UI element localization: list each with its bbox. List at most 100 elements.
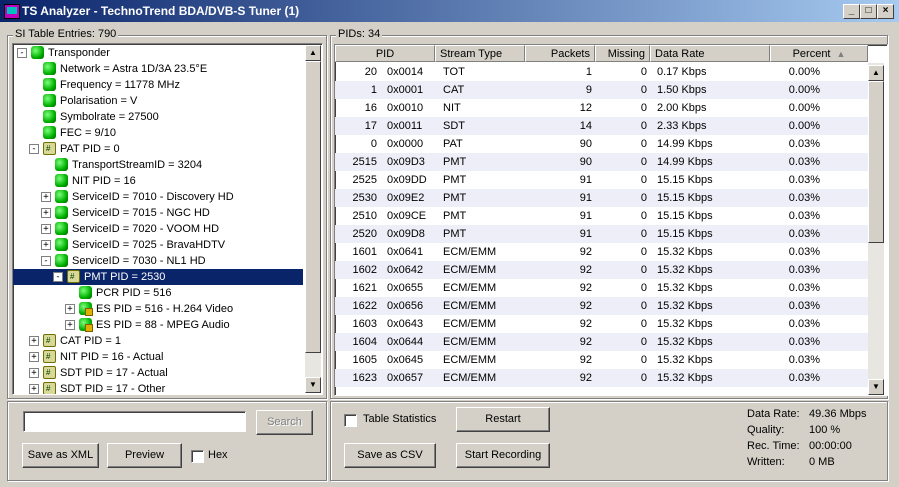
table-row[interactable]: 16 0x0010 NIT 12 0 2.00 Kbps 0.00% <box>335 99 868 117</box>
tree-node[interactable]: Network = Astra 1D/3A 23.5°E <box>13 61 303 77</box>
save-as-xml-button[interactable]: Save as XML <box>22 443 99 468</box>
tree-node[interactable]: + ServiceID = 7025 - BravaHDTV <box>13 237 303 253</box>
column-header-stream-type[interactable]: Stream Type <box>435 45 525 62</box>
save-as-csv-button[interactable]: Save as CSV <box>344 443 436 468</box>
si-tree[interactable]: - Transponder Network = Astra 1D/3A 23.5°E… <box>12 43 323 395</box>
pid-hex-cell: 0x0011 <box>387 120 423 132</box>
table-row[interactable]: 0 0x0000 PAT 90 0 14.99 Kbps 0.03% <box>335 135 868 153</box>
search-button[interactable]: Search <box>256 410 313 435</box>
table-row[interactable]: 1604 0x0644 ECM/EMM 92 0 15.32 Kbps 0.03% <box>335 333 868 351</box>
expand-icon[interactable]: + <box>65 304 75 314</box>
stream-type-cell: PMT <box>443 192 467 204</box>
table-row[interactable]: 1622 0x0656 ECM/EMM 92 0 15.32 Kbps 0.03% <box>335 297 868 315</box>
data-rate-cell: 14.99 Kbps <box>657 138 713 150</box>
tree-node[interactable]: + ServiceID = 7015 - NGC HD <box>13 205 303 221</box>
table-row[interactable]: 1602 0x0642 ECM/EMM 92 0 15.32 Kbps 0.03% <box>335 261 868 279</box>
preview-button[interactable]: Preview <box>107 443 182 468</box>
scroll-up-icon[interactable]: ▲ <box>868 65 884 81</box>
stream-type-cell: ECM/EMM <box>443 282 497 294</box>
column-header-pid[interactable]: PID <box>335 45 435 62</box>
expand-icon[interactable]: + <box>65 320 75 330</box>
expand-icon[interactable]: + <box>29 384 39 394</box>
collapse-icon[interactable]: - <box>29 144 39 154</box>
table-row[interactable]: 2530 0x09E2 PMT 91 0 15.15 Kbps 0.03% <box>335 189 868 207</box>
table-row[interactable]: 1601 0x0641 ECM/EMM 92 0 15.32 Kbps 0.03% <box>335 243 868 261</box>
column-header-missing[interactable]: Missing <box>595 45 650 62</box>
percent-cell: 0.03% <box>788 372 820 384</box>
tree-node[interactable]: + ServiceID = 7010 - Discovery HD <box>13 189 303 205</box>
table-row[interactable]: 1603 0x0643 ECM/EMM 92 0 15.32 Kbps 0.03% <box>335 315 868 333</box>
hex-checkbox[interactable] <box>191 450 204 463</box>
expand-icon[interactable]: + <box>41 240 51 250</box>
column-header-packets[interactable]: Packets <box>525 45 595 62</box>
tree-node[interactable]: + SDT PID = 17 - Actual <box>13 365 303 381</box>
column-header-percent[interactable]: Percent ▲ <box>770 45 868 62</box>
restart-button[interactable]: Restart <box>456 407 550 432</box>
tree-node[interactable]: PCR PID = 516 <box>13 285 303 301</box>
tree-node-label: PMT PID = 2530 <box>84 269 166 285</box>
collapse-icon[interactable]: - <box>41 256 51 266</box>
expand-icon[interactable]: + <box>41 224 51 234</box>
tree-node[interactable]: Symbolrate = 27500 <box>13 109 303 125</box>
tree-node[interactable]: + SDT PID = 17 - Other <box>13 381 303 394</box>
missing-cell: 0 <box>640 102 647 114</box>
node-icon <box>43 78 56 91</box>
expand-icon[interactable]: + <box>41 208 51 218</box>
expand-icon[interactable]: + <box>29 336 39 346</box>
scroll-thumb[interactable] <box>868 81 884 243</box>
scroll-down-icon[interactable]: ▼ <box>305 377 321 393</box>
table-row[interactable]: 1605 0x0645 ECM/EMM 92 0 15.32 Kbps 0.03% <box>335 351 868 369</box>
table-row[interactable]: 1 0x0001 CAT 9 0 1.50 Kbps 0.00% <box>335 81 868 99</box>
tree-node[interactable]: FEC = 9/10 <box>13 125 303 141</box>
start-recording-button[interactable]: Start Recording <box>456 443 550 468</box>
tree-node[interactable]: + ServiceID = 7020 - VOOM HD <box>13 221 303 237</box>
tree-node[interactable]: - Transponder <box>13 45 303 61</box>
percent-cell: 0.00% <box>788 102 820 114</box>
expand-icon[interactable]: + <box>41 192 51 202</box>
minimize-button[interactable]: _ <box>843 4 860 19</box>
tree-node[interactable]: - ServiceID = 7030 - NL1 HD <box>13 253 303 269</box>
close-button[interactable]: × <box>877 4 894 19</box>
column-header-label: Stream Type <box>440 48 503 60</box>
table-row[interactable]: 1621 0x0655 ECM/EMM 92 0 15.32 Kbps 0.03% <box>335 279 868 297</box>
tree-node[interactable]: + NIT PID = 16 - Actual <box>13 349 303 365</box>
tree-node-label: FEC = 9/10 <box>60 127 116 139</box>
collapse-icon[interactable]: - <box>53 272 63 282</box>
tree-node-label: Frequency = 11778 MHz <box>60 79 180 91</box>
tree-node-label: ES PID = 516 - H.264 Video <box>96 303 234 315</box>
expand-icon[interactable]: + <box>29 352 39 362</box>
expand-icon[interactable]: + <box>29 368 39 378</box>
table-row[interactable]: 17 0x0011 SDT 14 0 2.33 Kbps 0.00% <box>335 117 868 135</box>
table-row[interactable]: 20 0x0014 TOT 1 0 0.17 Kbps 0.00% <box>335 63 868 81</box>
pid-hex-cell: 0x0641 <box>387 246 424 258</box>
collapse-icon[interactable]: - <box>17 48 27 58</box>
tree-node[interactable]: Frequency = 11778 MHz <box>13 77 303 93</box>
table-row[interactable]: 2520 0x09D8 PMT 91 0 15.15 Kbps 0.03% <box>335 225 868 243</box>
column-header-data-rate[interactable]: Data Rate <box>650 45 770 62</box>
table-statistics-checkbox[interactable] <box>344 414 357 427</box>
tree-node[interactable]: + CAT PID = 1 <box>13 333 303 349</box>
scroll-down-icon[interactable]: ▼ <box>868 379 884 395</box>
table-row[interactable]: 2510 0x09CE PMT 91 0 15.15 Kbps 0.03% <box>335 207 868 225</box>
tree-node[interactable]: TransportStreamID = 3204 <box>13 157 303 173</box>
tree-node[interactable]: - PMT PID = 2530 <box>13 269 303 285</box>
table-row[interactable]: 2515 0x09D3 PMT 90 0 14.99 Kbps 0.03% <box>335 153 868 171</box>
search-input[interactable] <box>23 411 246 432</box>
tree-node[interactable]: NIT PID = 16 <box>13 173 303 189</box>
tree-scrollbar[interactable]: ▲ ▼ <box>305 45 321 393</box>
table-scrollbar[interactable]: ▲ ▼ <box>868 63 884 395</box>
percent-cell: 0.00% <box>788 84 820 96</box>
table-row[interactable]: 2525 0x09DD PMT 91 0 15.15 Kbps 0.03% <box>335 171 868 189</box>
maximize-button[interactable]: □ <box>860 4 877 19</box>
scroll-up-icon[interactable]: ▲ <box>305 45 321 61</box>
tree-node[interactable]: + ES PID = 516 - H.264 Video <box>13 301 303 317</box>
table-row[interactable]: 1623 0x0657 ECM/EMM 92 0 15.32 Kbps 0.03% <box>335 369 868 387</box>
tree-node[interactable]: + ES PID = 88 - MPEG Audio <box>13 317 303 333</box>
pid-table[interactable]: PID Stream Type Packets Missing Data Rate Per… <box>334 44 888 396</box>
scroll-thumb[interactable] <box>305 61 321 353</box>
tree-node[interactable]: - PAT PID = 0 <box>13 141 303 157</box>
pid-decimal-cell: 1623 <box>352 372 377 384</box>
tree-node[interactable]: Polarisation = V <box>13 93 303 109</box>
missing-cell: 0 <box>640 138 647 150</box>
table-icon <box>43 349 56 365</box>
